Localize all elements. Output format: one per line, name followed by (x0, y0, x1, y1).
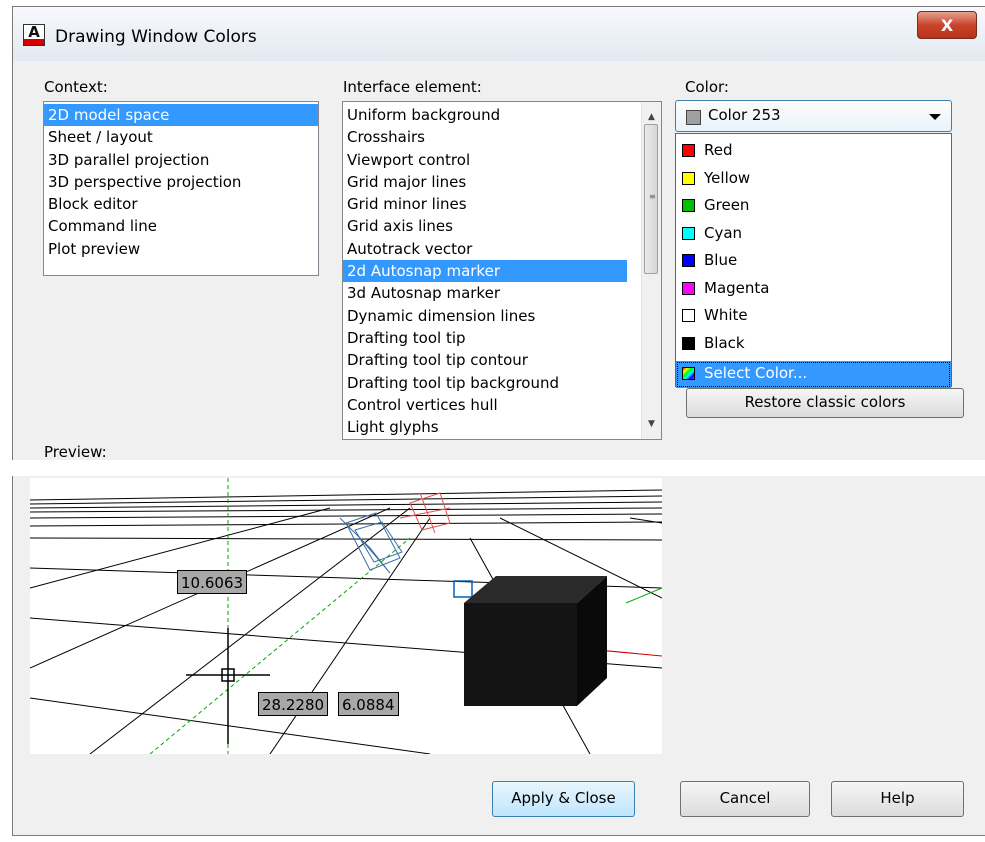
interface-list-item[interactable]: Drafting tool tip background (343, 372, 627, 394)
preview-viewport: 10.6063 28.2280 6.0884 (30, 478, 662, 754)
select-color-option[interactable]: Select Color... (676, 361, 951, 388)
color-swatch-icon (682, 281, 695, 295)
cancel-button[interactable]: Cancel (680, 781, 810, 817)
interface-list-item[interactable]: Uniform background (343, 104, 627, 126)
color-label: Color: (685, 78, 729, 96)
context-list-item[interactable]: Command line (44, 215, 318, 237)
restore-classic-colors-button[interactable]: Restore classic colors (686, 388, 964, 418)
color-swatch-icon (682, 199, 695, 212)
color-swatch-icon (686, 110, 701, 125)
context-list-item[interactable]: Block editor (44, 193, 318, 215)
interface-scrollbar[interactable]: ▲ ≡ ▼ (641, 102, 661, 439)
color-swatch-icon (682, 171, 695, 185)
interface-list-item[interactable]: Drafting tool tip contour (343, 349, 627, 371)
autocad-app-icon: A (23, 23, 45, 46)
interface-list-item[interactable]: Grid axis lines (343, 215, 627, 237)
help-button[interactable]: Help (831, 781, 964, 817)
interface-element-label: Interface element: (343, 78, 482, 96)
interface-list-item[interactable]: Grid minor lines (343, 193, 627, 215)
color-swatch-icon (682, 226, 695, 240)
context-listbox[interactable]: 2D model space Sheet / layout 3D parallel … (43, 101, 319, 276)
coordinate-y-tooltip: 6.0884 (338, 692, 399, 716)
interface-list-item[interactable]: Dynamic dimension lines (343, 305, 627, 327)
separator (0, 460, 985, 476)
color-swatch-icon (682, 336, 695, 350)
color-combobox-value: Color 253 (708, 106, 781, 124)
interface-list-item[interactable]: Autotrack vector (343, 238, 627, 260)
scroll-thumb[interactable]: ≡ (644, 124, 658, 274)
apply-close-button[interactable]: Apply & Close (492, 781, 635, 817)
dimension-tooltip: 10.6063 (177, 570, 248, 594)
color-option-white[interactable]: White (676, 303, 951, 330)
interface-list-item[interactable]: 2d Autosnap marker (343, 260, 627, 283)
color-swatch-icon (682, 254, 695, 267)
context-list-item[interactable]: 2D model space (44, 104, 318, 127)
context-list-item[interactable]: Sheet / layout (44, 126, 318, 148)
interface-list-item[interactable]: Crosshairs (343, 126, 627, 148)
color-option-blue[interactable]: Blue (676, 248, 951, 275)
context-label: Context: (44, 78, 108, 96)
preview-label: Preview: (44, 443, 107, 461)
title-bar: A Drawing Window Colors X (13, 7, 985, 61)
color-swatch-icon (682, 309, 695, 322)
close-icon[interactable]: X (941, 16, 953, 35)
context-list-item[interactable]: 3D perspective projection (44, 171, 318, 193)
coordinate-x-tooltip: 28.2280 (258, 692, 329, 716)
color-option-red[interactable]: Red (676, 138, 951, 165)
color-option-yellow[interactable]: Yellow (676, 166, 951, 193)
color-option-magenta[interactable]: Magenta (676, 276, 951, 303)
interface-element-listbox[interactable]: Uniform background Crosshairs Viewport con… (342, 101, 662, 440)
interface-list-item[interactable]: Drafting tool tip (343, 327, 627, 349)
interface-list-item[interactable]: 3d Autosnap marker (343, 282, 627, 304)
color-option-green[interactable]: Green (676, 193, 951, 220)
color-combobox[interactable]: Color 253 (675, 100, 952, 132)
color-option-black[interactable]: Black (676, 331, 951, 358)
close-button[interactable]: X (917, 11, 977, 39)
interface-list-item[interactable]: Grid major lines (343, 171, 627, 193)
color-swatch-icon (682, 144, 695, 157)
scroll-down-icon[interactable]: ▼ (642, 415, 661, 433)
window-title: Drawing Window Colors (55, 27, 257, 47)
context-list-item[interactable]: Plot preview (44, 238, 318, 260)
interface-list-item[interactable]: Control vertices hull (343, 394, 627, 416)
interface-list-item[interactable]: Light glyphs (343, 416, 627, 438)
chevron-down-icon[interactable] (929, 114, 941, 120)
color-option-cyan[interactable]: Cyan (676, 221, 951, 248)
color-dropdown-list: Select Color... Red Yellow Green Cyan Blue Ma… (675, 133, 952, 388)
color-picker-icon (682, 367, 695, 380)
context-list-item[interactable]: 3D parallel projection (44, 149, 318, 171)
interface-list-item[interactable]: Viewport control (343, 149, 627, 171)
